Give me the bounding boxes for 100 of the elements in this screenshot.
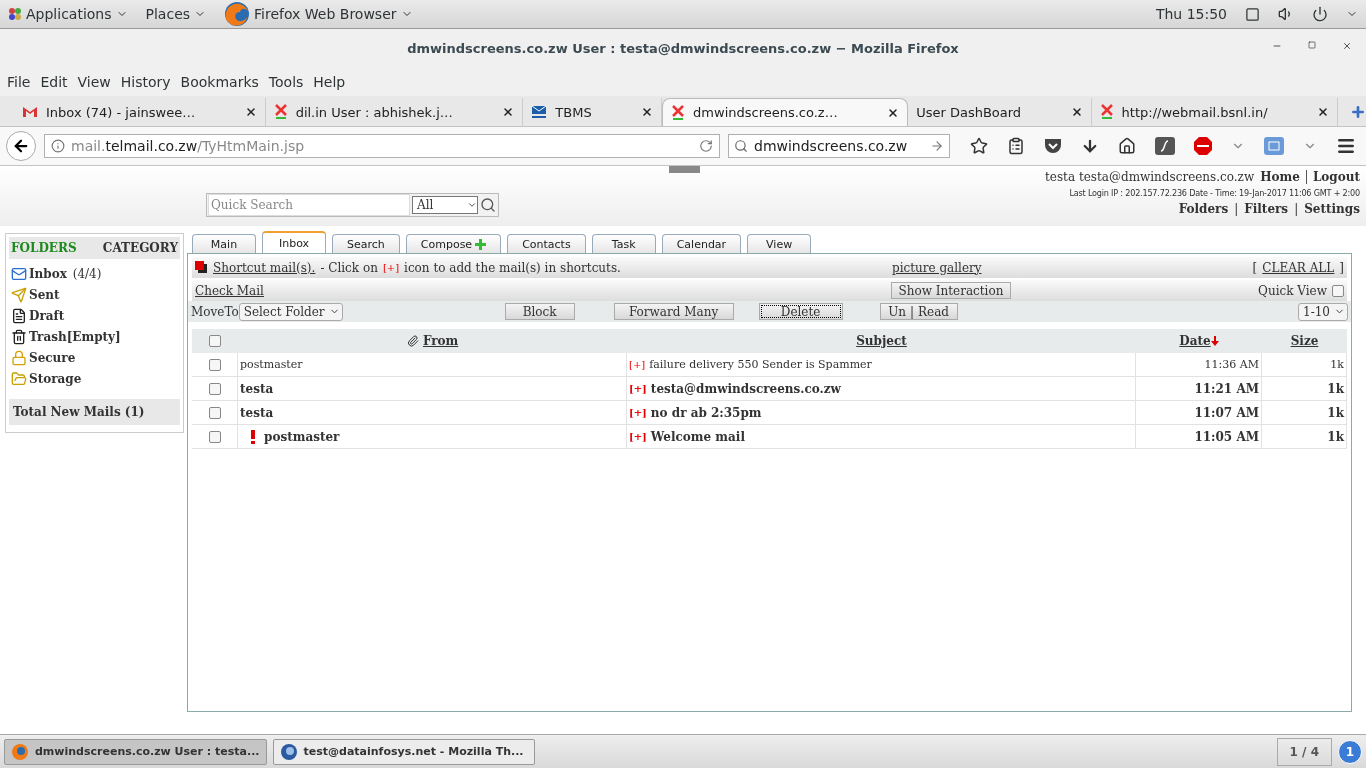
subject[interactable]: failure delivery 550 Sender is Spammer [649, 358, 872, 371]
reading-list-icon[interactable] [1007, 137, 1025, 155]
scope-select[interactable]: All [412, 196, 478, 214]
action-button[interactable]: Forward Many [613, 303, 734, 320]
info-icon[interactable] [51, 139, 65, 153]
flash-icon[interactable] [1155, 137, 1175, 155]
category-title[interactable]: CATEGORY [102, 241, 178, 255]
maximize-icon[interactable] [1308, 41, 1316, 49]
clear-all-link[interactable]: CLEAR ALL [1262, 260, 1335, 275]
close-icon[interactable] [1342, 41, 1352, 51]
close-icon[interactable] [887, 106, 900, 119]
subject[interactable]: no dr ab 2:35pm [650, 405, 762, 420]
column-header[interactable]: Date [1179, 334, 1211, 348]
browser-tab[interactable]: User DashBoard [908, 98, 1092, 126]
applications-menu[interactable]: Applications [8, 6, 128, 22]
home-link[interactable]: Home [1260, 170, 1300, 184]
quick-view-checkbox[interactable] [1332, 284, 1344, 297]
menu-item[interactable]: Tools [263, 74, 309, 90]
row-checkbox[interactable] [208, 406, 221, 419]
show-interaction-button[interactable]: Show Interaction [890, 282, 1011, 299]
folder-item[interactable]: Trash[Empty] [9, 326, 180, 347]
row-checkbox[interactable] [208, 382, 221, 395]
add-shortcut-link[interactable]: [+] [629, 359, 646, 370]
mail-tab[interactable]: Calendar [661, 234, 742, 253]
add-shortcut-link[interactable]: [+] [629, 407, 647, 418]
column-header[interactable]: Size [1290, 334, 1319, 348]
mark-unread-read-button[interactable]: Un | Read [879, 303, 958, 320]
taskbar-item[interactable]: dmwindscreens.co.zw User : testa... [4, 738, 267, 765]
menu-item[interactable]: History [115, 74, 176, 90]
close-icon[interactable] [641, 106, 654, 118]
header-link[interactable]: Filters [1244, 202, 1289, 216]
header-link[interactable]: Settings [1304, 202, 1360, 216]
quick-search-field[interactable]: Quick Search [208, 194, 410, 216]
close-icon[interactable] [244, 106, 257, 118]
sender[interactable]: postmaster [264, 429, 340, 444]
subject[interactable]: Welcome mail [650, 429, 745, 444]
search-icon[interactable] [480, 197, 496, 213]
menu-item[interactable]: Help [308, 74, 351, 90]
bookmark-star-icon[interactable] [970, 137, 988, 155]
new-tab-icon[interactable] [1349, 104, 1366, 120]
folder-item[interactable]: Draft [9, 305, 180, 326]
menu-item[interactable]: View [72, 74, 116, 90]
notification-badge[interactable]: 1 [1338, 739, 1362, 764]
folder-item[interactable]: Inbox (4/4) [9, 263, 180, 284]
pocket-icon[interactable] [1044, 138, 1062, 154]
folder-select[interactable]: Select Folder [238, 302, 343, 321]
menu-item[interactable]: Edit [35, 74, 73, 90]
logout-link[interactable]: Logout [1312, 170, 1360, 184]
picture-gallery-link[interactable]: picture gallery [891, 260, 982, 275]
grip-handle[interactable] [669, 166, 700, 173]
check-mail-link[interactable]: Check Mail [195, 283, 264, 298]
row-checkbox[interactable] [208, 430, 221, 443]
header-link[interactable]: Folders [1178, 202, 1229, 216]
menu-item[interactable]: Bookmarks [175, 74, 264, 90]
add-shortcut-link[interactable]: [+] [629, 383, 647, 394]
search-field[interactable]: dmwindscreens.co.zw [728, 134, 950, 158]
close-icon[interactable] [502, 106, 515, 118]
close-icon[interactable] [1316, 106, 1329, 118]
back-button[interactable] [6, 131, 36, 161]
browser-tab[interactable]: Inbox (74) - jainswee… [14, 98, 266, 126]
sender[interactable]: testa [240, 405, 274, 420]
select-all-checkbox[interactable] [209, 335, 221, 347]
taskbar-item[interactable]: test@datainfosys.net - Mozilla Th... [272, 738, 535, 765]
browser-tab[interactable]: dmwindscreens.co.z… [662, 98, 909, 126]
app-menu[interactable]: Firefox Web Browser [224, 1, 413, 27]
clock[interactable]: Thu 15:50 [1155, 6, 1227, 22]
mail-tab[interactable]: Main [192, 234, 256, 253]
workspace-indicator[interactable]: 1 / 4 [1276, 737, 1332, 766]
subject[interactable]: testa@dmwindscreens.co.zw [650, 381, 841, 396]
row-checkbox[interactable] [208, 358, 221, 371]
folders-title[interactable]: FOLDERS [11, 241, 77, 255]
reload-icon[interactable] [699, 139, 713, 153]
stop-sign-icon[interactable] [1194, 137, 1212, 155]
arrow-right-icon[interactable] [930, 139, 944, 153]
mail-tab[interactable]: Task [591, 234, 656, 253]
folder-item[interactable]: Storage [9, 368, 180, 389]
mail-tab[interactable]: View [747, 234, 812, 253]
home-icon[interactable] [1118, 137, 1136, 155]
power-icon[interactable] [1312, 6, 1328, 22]
sender[interactable]: postmaster [240, 358, 303, 371]
menu-icon[interactable] [1336, 136, 1356, 156]
folder-item[interactable]: Secure [9, 347, 180, 368]
column-header[interactable]: Subject [856, 334, 907, 348]
folder-item[interactable]: Sent [9, 284, 180, 305]
add-shortcut-link[interactable]: [+] [629, 431, 647, 442]
mail-tab[interactable]: Contacts [507, 234, 586, 253]
browser-tab[interactable]: http://webmail.bsnl.in/ [1091, 98, 1338, 126]
action-button[interactable]: Block [504, 303, 575, 320]
close-icon[interactable] [1070, 106, 1083, 118]
window-icon[interactable] [1245, 6, 1260, 22]
url-field[interactable]: mail.telmail.co.zw/TyHtmMain.jsp [44, 134, 720, 158]
mail-tab[interactable]: Inbox [262, 231, 326, 253]
menu-item[interactable]: File [2, 74, 36, 90]
mail-tab[interactable]: Compose [405, 234, 502, 253]
browser-tab[interactable]: dil.in User : abhishek.j… [265, 98, 524, 126]
browser-tab[interactable]: TBMS [523, 98, 663, 126]
mail-tab[interactable]: Search [332, 234, 400, 253]
download-icon[interactable] [1081, 137, 1099, 155]
action-button[interactable]: Delete [758, 303, 843, 320]
page-select[interactable]: 1-10 [1298, 302, 1348, 321]
